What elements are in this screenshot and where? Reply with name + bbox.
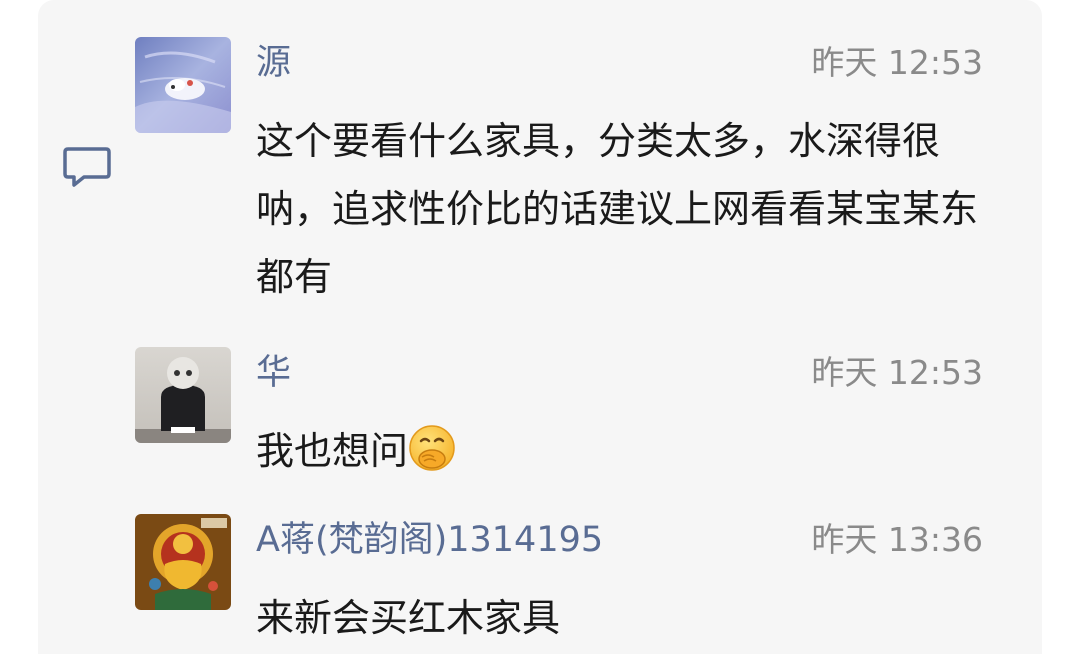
comment-item: A蒋(梵韵阁)1314195 昨天 13:36 来新会买红木家具: [135, 514, 1005, 654]
author-name[interactable]: A蒋(梵韵阁)1314195: [256, 518, 603, 562]
comment-item: 源 昨天 12:53 这个要看什么家具，分类太多，水深得很呐，追求性价比的话建议…: [135, 37, 1005, 299]
thinking-emoji: [408, 424, 456, 472]
timestamp: 昨天 12:53: [811, 43, 983, 82]
comment-text: 我也想问: [256, 417, 986, 485]
avatar[interactable]: [135, 37, 231, 133]
author-name[interactable]: 源: [256, 41, 291, 85]
comment-thread-page: 源 昨天 12:53 这个要看什么家具，分类太多，水深得很呐，追求性价比的话建议…: [0, 0, 1080, 654]
timestamp: 昨天 13:36: [811, 520, 983, 559]
comment-icon: [62, 145, 112, 189]
comment-text: 来新会买红木家具: [256, 596, 561, 640]
timestamp: 昨天 12:53: [811, 353, 983, 392]
avatar[interactable]: [135, 347, 231, 443]
avatar[interactable]: [135, 514, 231, 610]
author-name[interactable]: 华: [256, 351, 291, 395]
comment-text: 这个要看什么家具，分类太多，水深得很呐，追求性价比的话建议上网看看某宝某东都有: [256, 119, 979, 299]
comment-item: 华 昨天 12:53 我也想问: [135, 347, 1005, 477]
comment-text-content: 我也想问: [256, 429, 409, 473]
